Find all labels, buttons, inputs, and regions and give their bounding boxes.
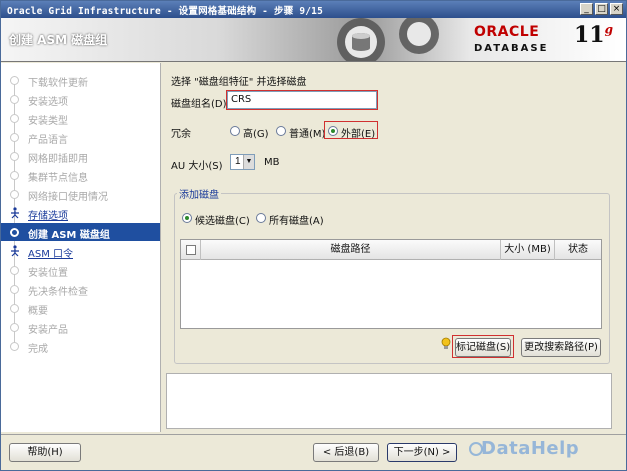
nav-item-label: 安装选项 bbox=[28, 97, 68, 108]
nav-item-label: 产品语言 bbox=[28, 135, 68, 146]
all-disks-radio[interactable] bbox=[256, 213, 266, 223]
all-disks-label: 所有磁盘(A) bbox=[269, 216, 324, 227]
step-dot-icon bbox=[10, 228, 19, 237]
maximize-button[interactable]: □ bbox=[595, 3, 608, 15]
nav-item-network-interface: 网络接口使用情况 bbox=[1, 185, 160, 203]
nav-item-install-product: 安装产品 bbox=[1, 318, 160, 336]
nav-item-label: 概要 bbox=[28, 306, 48, 317]
instruction-text: 选择 "磁盘组特征" 并选择磁盘 bbox=[171, 77, 307, 88]
stamp-disk-button[interactable]: 标记磁盘(S) bbox=[455, 338, 511, 357]
nav-item-label: 安装类型 bbox=[28, 116, 68, 127]
step-dot-icon bbox=[10, 266, 19, 275]
redundancy-normal-radio[interactable] bbox=[276, 126, 286, 136]
logo-version-suffix: g bbox=[604, 22, 614, 37]
step-dot-icon bbox=[10, 285, 19, 294]
disk-table: 磁盘路径 大小 (MB) 状态 bbox=[180, 239, 602, 329]
step-dot-icon bbox=[10, 114, 19, 123]
step-navigation: 下载软件更新 安装选项 安装类型 产品语言 网格即插即用 集群节点信息 网络接口… bbox=[1, 63, 161, 432]
lightbulb-icon bbox=[441, 337, 451, 349]
step-dot-icon bbox=[10, 323, 19, 332]
oracle-logo: ORACLE DATABASE 11g bbox=[468, 22, 618, 58]
back-button[interactable]: < 后退(B) bbox=[313, 443, 379, 462]
nav-item-label: 完成 bbox=[28, 344, 48, 355]
disk-table-header: 磁盘路径 大小 (MB) 状态 bbox=[181, 240, 601, 260]
step-figure-icon bbox=[11, 207, 19, 219]
au-size-select[interactable]: 1 ▼ bbox=[230, 154, 255, 170]
header-banner: 创建 ASM 磁盘组 ORACLE DATABASE 11g bbox=[1, 18, 626, 62]
gears-graphic-icon bbox=[337, 18, 439, 61]
step-dot-icon bbox=[10, 152, 19, 161]
step-dot-icon bbox=[10, 133, 19, 142]
nav-item-storage-option[interactable]: 存储选项 bbox=[1, 204, 160, 222]
redundancy-high-radio[interactable] bbox=[230, 126, 240, 136]
nav-item-label: 安装产品 bbox=[28, 325, 68, 336]
message-area bbox=[166, 373, 612, 429]
column-size[interactable]: 大小 (MB) bbox=[501, 240, 555, 260]
nav-item-label: ASM 口令 bbox=[28, 249, 73, 260]
candidate-disks-label: 候选磁盘(C) bbox=[195, 216, 250, 227]
nav-item-cluster-node-info: 集群节点信息 bbox=[1, 166, 160, 184]
column-status[interactable]: 状态 bbox=[555, 240, 601, 260]
au-size-unit: MB bbox=[264, 157, 280, 168]
nav-item-install-location: 安装位置 bbox=[1, 261, 160, 279]
nav-item-product-language: 产品语言 bbox=[1, 128, 160, 146]
window-title: Oracle Grid Infrastructure - 设置网格基础结构 - … bbox=[7, 6, 324, 17]
add-disks-legend: 添加磁盘 bbox=[177, 186, 221, 201]
nav-item-label: 集群节点信息 bbox=[28, 173, 88, 184]
close-button[interactable]: × bbox=[610, 3, 623, 15]
step-figure-icon bbox=[11, 245, 19, 257]
change-discovery-path-button[interactable]: 更改搜索路径(P) bbox=[521, 338, 601, 357]
title-bar: Oracle Grid Infrastructure - 设置网格基础结构 - … bbox=[1, 1, 626, 18]
diskgroup-name-input[interactable]: CRS bbox=[226, 90, 378, 110]
nav-item-label: 网格即插即用 bbox=[28, 154, 88, 165]
watermark-text: DataHelp bbox=[481, 438, 580, 459]
select-all-column bbox=[181, 240, 201, 260]
step-dot-icon bbox=[10, 342, 19, 351]
window-controls: _ □ × bbox=[580, 3, 623, 15]
au-size-value: 1 bbox=[235, 156, 241, 167]
step-dot-icon bbox=[10, 95, 19, 104]
step-dot-icon bbox=[10, 190, 19, 199]
au-size-label: AU 大小(S) bbox=[171, 161, 223, 172]
minimize-button[interactable]: _ bbox=[580, 3, 593, 15]
nav-item-asm-password[interactable]: ASM 口令 bbox=[1, 242, 160, 260]
diskgroup-name-label: 磁盘组名(D) bbox=[171, 99, 227, 110]
nav-item-install-option: 安装选项 bbox=[1, 90, 160, 108]
step-dot-icon bbox=[10, 76, 19, 85]
nav-item-install-type: 安装类型 bbox=[1, 109, 160, 127]
step-dot-icon bbox=[10, 171, 19, 180]
redundancy-external-radio[interactable] bbox=[328, 126, 338, 136]
nav-item-label: 网络接口使用情况 bbox=[28, 192, 108, 203]
nav-item-label: 创建 ASM 磁盘组 bbox=[28, 230, 110, 241]
step-dot-icon bbox=[10, 304, 19, 313]
help-button[interactable]: 帮助(H) bbox=[9, 443, 81, 462]
nav-item-finish: 完成 bbox=[1, 337, 160, 355]
nav-item-prereq-checks: 先决条件检查 bbox=[1, 280, 160, 298]
nav-item-label: 存储选项 bbox=[28, 211, 68, 222]
redundancy-high-label: 高(G) bbox=[243, 129, 269, 140]
nav-item-label: 下载软件更新 bbox=[28, 78, 88, 89]
nav-item-download-updates: 下载软件更新 bbox=[1, 71, 160, 89]
logo-product: DATABASE bbox=[474, 43, 549, 54]
redundancy-normal-label: 普通(M) bbox=[289, 129, 326, 140]
nav-item-label: 安装位置 bbox=[28, 268, 68, 279]
nav-item-summary: 概要 bbox=[1, 299, 160, 317]
nav-item-create-asm-diskgroup[interactable]: 创建 ASM 磁盘组 bbox=[1, 223, 160, 241]
page-title: 创建 ASM 磁盘组 bbox=[9, 33, 108, 47]
footer-divider bbox=[1, 434, 626, 435]
logo-version-number: 11 bbox=[574, 22, 605, 48]
next-button[interactable]: 下一步(N) > bbox=[387, 443, 457, 462]
installer-window: Oracle Grid Infrastructure - 设置网格基础结构 - … bbox=[0, 0, 627, 471]
select-all-checkbox[interactable] bbox=[186, 245, 196, 255]
redundancy-label: 冗余 bbox=[171, 129, 191, 140]
logo-brand: ORACLE bbox=[474, 24, 540, 40]
candidate-disks-radio[interactable] bbox=[182, 213, 192, 223]
chevron-down-icon[interactable]: ▼ bbox=[243, 155, 254, 169]
nav-item-grid-plug-and-play: 网格即插即用 bbox=[1, 147, 160, 165]
logo-version: 11g bbox=[574, 22, 613, 48]
redundancy-external-label: 外部(E) bbox=[341, 129, 376, 140]
column-disk-path[interactable]: 磁盘路径 bbox=[201, 240, 501, 260]
nav-item-label: 先决条件检查 bbox=[28, 287, 88, 298]
